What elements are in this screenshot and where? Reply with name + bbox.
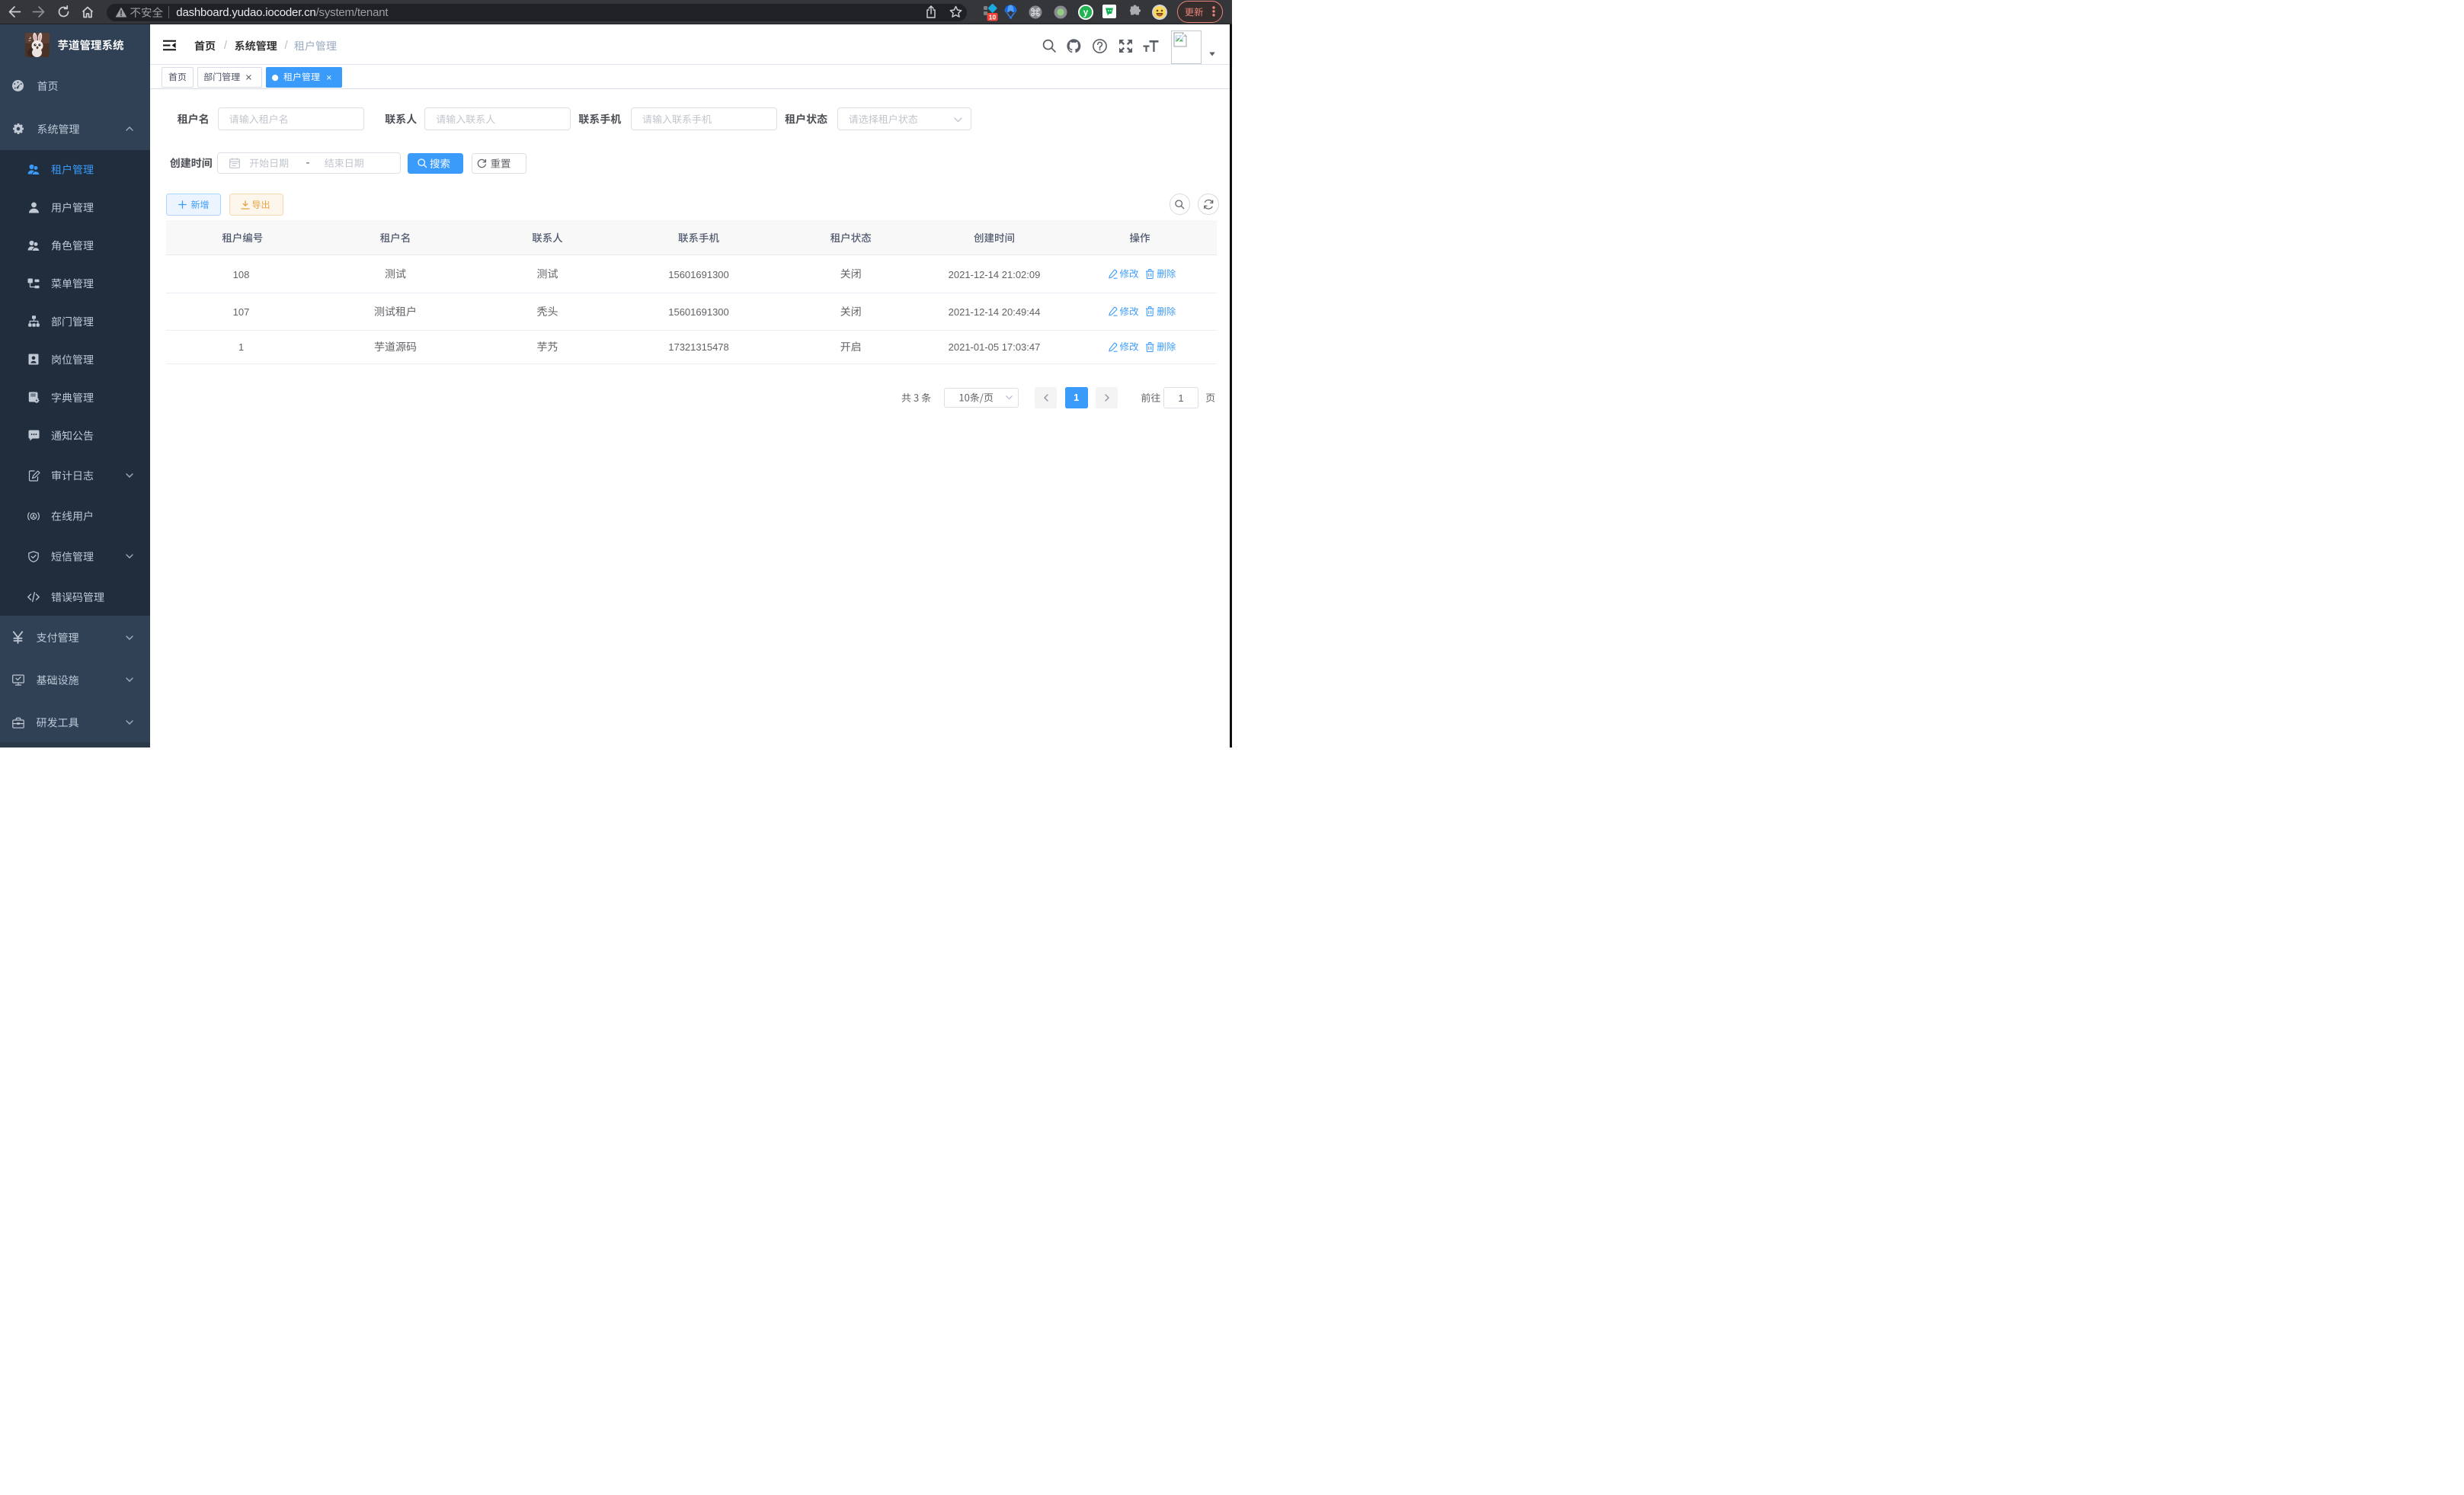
svg-text:y: y [1083,8,1089,18]
svg-text:10: 10 [989,13,997,21]
